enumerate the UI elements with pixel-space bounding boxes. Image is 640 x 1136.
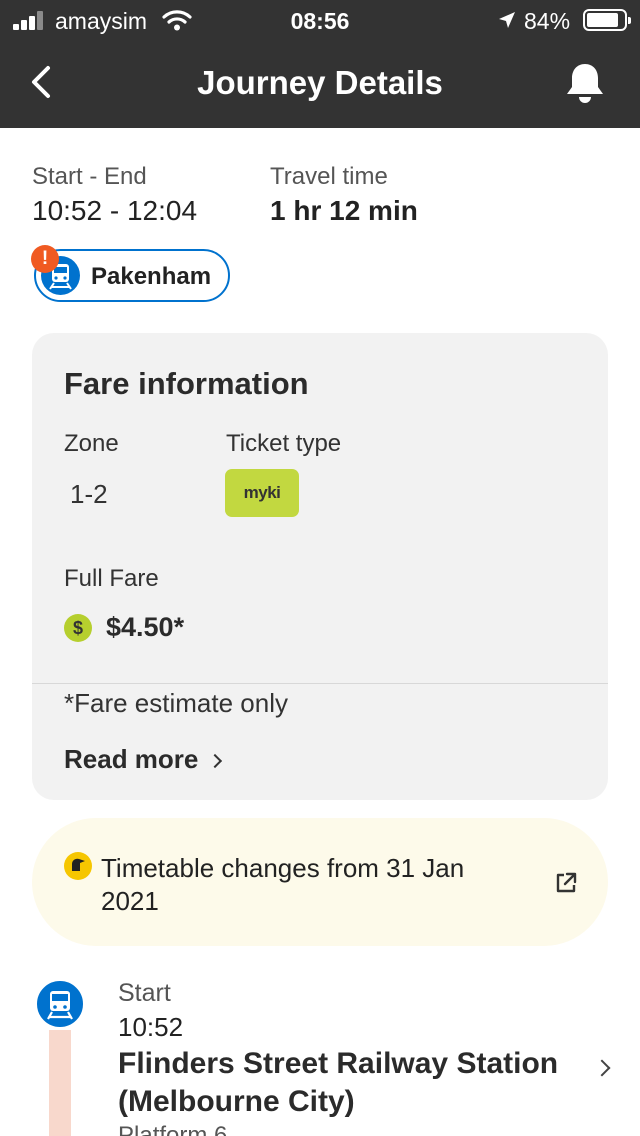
leg-platform: Platform 6 <box>118 1122 228 1136</box>
bell-icon[interactable] <box>562 60 608 106</box>
route-pill[interactable]: Pakenham <box>34 249 230 302</box>
location-arrow-icon <box>499 12 515 28</box>
battery-percent: 84% <box>524 8 571 34</box>
fare-info-card: Fare information Zone 1-2 Ticket type my… <box>32 333 608 800</box>
leg-station[interactable]: Flinders Street Railway Station (Melbour… <box>118 1045 598 1121</box>
start-end-label: Start - End <box>32 163 147 190</box>
chevron-right-icon <box>208 753 223 769</box>
ticket-type-label: Ticket type <box>226 430 342 457</box>
status-bar: amaysim 08:56 84% <box>0 0 640 40</box>
leg-label: Start <box>118 979 171 1007</box>
zone-label: Zone <box>64 430 119 457</box>
start-end-value: 10:52 - 12:04 <box>32 195 198 226</box>
notice-text: Timetable changes from 31 Jan 2021 <box>101 853 465 916</box>
app-header: amaysim 08:56 84% Journey Details <box>0 0 640 128</box>
page-title: Journey Details <box>197 64 443 101</box>
fare-title: Fare information <box>64 366 309 401</box>
travel-time-value: 1 hr 12 min <box>270 195 418 226</box>
timetable-notice[interactable]: Timetable changes from 31 Jan 2021 <box>32 818 608 946</box>
full-fare-label: Full Fare <box>64 565 159 592</box>
full-fare-value: $4.50* <box>106 612 185 642</box>
read-more-link[interactable]: Read more <box>64 744 223 775</box>
read-more-label: Read more <box>64 744 199 774</box>
leg-time: 10:52 <box>118 1012 184 1042</box>
leg-line <box>49 1030 71 1136</box>
route-name: Pakenham <box>91 263 212 290</box>
alert-badge-icon: ! <box>31 245 59 273</box>
divider <box>32 683 608 684</box>
dollar-icon: $ <box>64 614 92 642</box>
battery-icon <box>583 9 631 31</box>
myki-badge: myki <box>225 469 299 517</box>
warning-icon <box>64 852 92 880</box>
travel-time-label: Travel time <box>270 163 388 190</box>
train-icon <box>34 978 86 1030</box>
external-link-icon[interactable] <box>554 871 578 895</box>
zone-value: 1-2 <box>70 479 108 509</box>
fare-disclaimer: *Fare estimate only <box>64 688 288 718</box>
